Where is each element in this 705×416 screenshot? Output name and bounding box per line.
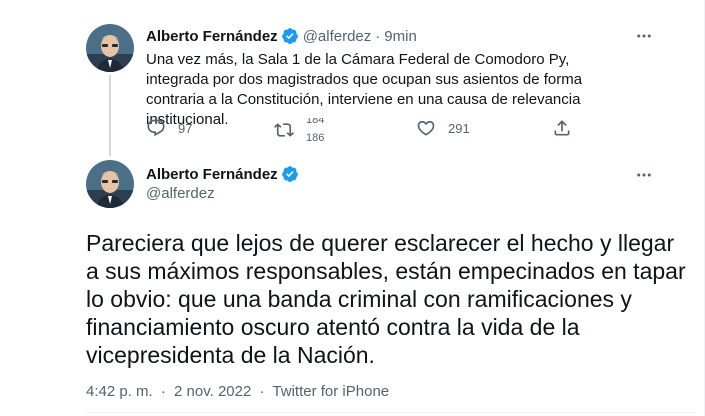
tweet-source[interactable]: Twitter for iPhone (272, 383, 389, 400)
like-icon (416, 118, 436, 138)
tweet-date[interactable]: 2 nov. 2022 (174, 383, 251, 400)
author-name[interactable]: Alberto Fernández (146, 28, 278, 45)
reply-icon (146, 118, 166, 138)
meta-separator: · (259, 383, 265, 400)
tweet-header: Alberto Fernández @alferdez · 9min (146, 26, 417, 46)
retweet-count-animating: 184 186 (306, 118, 328, 142)
avatar-photo (86, 160, 134, 208)
more-icon[interactable] (634, 27, 654, 50)
avatar-photo (86, 24, 134, 72)
tweet-time[interactable]: 9min (384, 28, 417, 45)
reply-button[interactable]: 97 (146, 118, 192, 138)
thread-line (109, 75, 111, 156)
tweet-header: Alberto Fernández (146, 164, 303, 184)
header-separator: · (375, 27, 381, 45)
tweet-metadata: 4:42 p. m. · 2 nov. 2022 · Twitter for i… (86, 383, 389, 400)
share-button[interactable] (552, 118, 572, 138)
author-handle[interactable]: @alferdez (146, 185, 215, 202)
tweet-actions: 97 184 186 291 (146, 115, 586, 145)
author-handle[interactable]: @alferdez (303, 28, 372, 45)
more-icon[interactable] (634, 166, 654, 189)
retweet-count-old: 184 (306, 118, 325, 126)
author-name[interactable]: Alberto Fernández (146, 166, 278, 183)
like-button[interactable]: 291 (416, 118, 470, 138)
retweet-count-new: 186 (306, 132, 325, 142)
share-icon (552, 118, 572, 138)
reply-count: 97 (178, 120, 193, 136)
verified-badge-icon (281, 165, 299, 183)
avatar[interactable] (86, 160, 134, 208)
verified-badge-icon (281, 27, 299, 45)
like-count: 291 (448, 120, 470, 136)
meta-separator: · (160, 383, 166, 400)
retweet-icon (274, 120, 294, 140)
tweet-time[interactable]: 4:42 p. m. (86, 383, 153, 400)
tweet-text: Pareciera que lejos de querer esclarecer… (86, 230, 686, 368)
divider (86, 412, 696, 413)
retweet-button[interactable]: 184 186 (274, 118, 328, 142)
avatar[interactable] (86, 24, 134, 72)
